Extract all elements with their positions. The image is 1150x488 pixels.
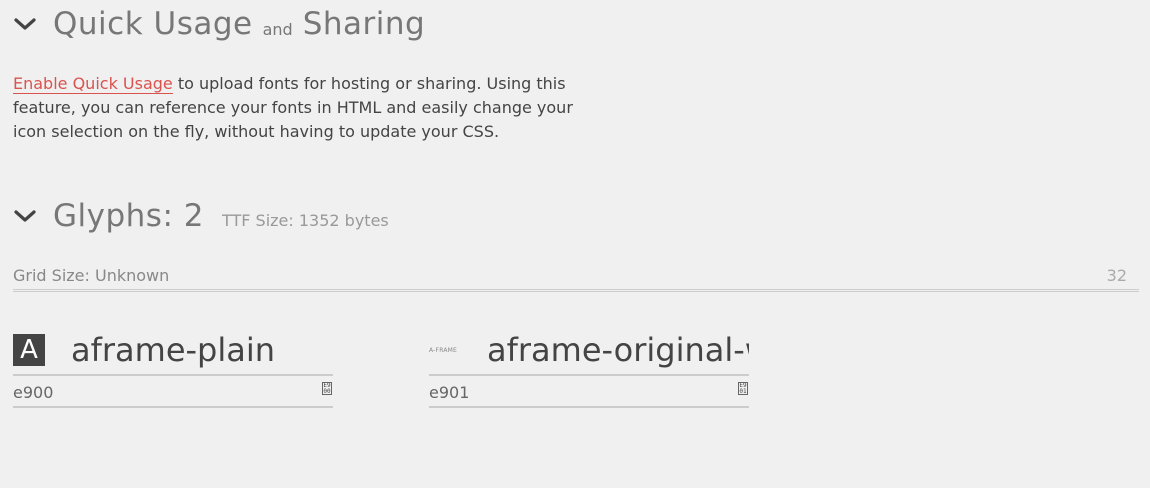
grid-size-input[interactable]: 32 bbox=[1087, 266, 1127, 285]
glyph-codepoint[interactable]: e901 bbox=[429, 383, 469, 402]
glyph-preview-row: A aframe-plain bbox=[13, 326, 333, 376]
codepoint-box-icon: E9 00 bbox=[322, 382, 332, 395]
chevron-down-icon[interactable] bbox=[13, 204, 37, 228]
ttf-size-label: TTF Size: 1352 bytes bbox=[221, 210, 389, 230]
grid-size-label: Grid Size: Unknown bbox=[13, 266, 170, 285]
aframe-wordmark-icon: A-FRAME bbox=[429, 346, 457, 354]
glyph-codepoint-row: e901 E9 01 bbox=[429, 376, 749, 408]
codepoint-box-bottom: 00 bbox=[323, 388, 331, 395]
glyph-card[interactable]: A aframe-plain e900 E9 00 bbox=[13, 326, 333, 408]
quick-usage-header[interactable]: Quick Usage and Sharing bbox=[13, 4, 425, 44]
glyph-name[interactable]: aframe-plain bbox=[71, 331, 275, 369]
codepoint-box-icon: E9 01 bbox=[738, 382, 748, 395]
glyph-preview-row: A-FRAME aframe-original-wordmark bbox=[429, 326, 749, 376]
aframe-plain-icon: A bbox=[13, 334, 45, 366]
sharing-title: Sharing bbox=[302, 6, 426, 42]
quick-usage-title: Quick Usage bbox=[53, 6, 253, 42]
page: Quick Usage and Sharing Enable Quick Usa… bbox=[0, 0, 1150, 488]
glyphs-header[interactable]: Glyphs: 2 TTF Size: 1352 bytes bbox=[13, 196, 389, 236]
codepoint-box-bottom: 01 bbox=[739, 388, 747, 395]
glyph-name[interactable]: aframe-original-wordmark bbox=[487, 331, 749, 369]
glyph-card[interactable]: A-FRAME aframe-original-wordmark e901 E9… bbox=[429, 326, 749, 408]
glyph-codepoint-row: e900 E9 00 bbox=[13, 376, 333, 408]
chevron-down-icon[interactable] bbox=[13, 12, 37, 36]
glyph-codepoint[interactable]: e900 bbox=[13, 383, 53, 402]
glyphs-title: Glyphs: 2 bbox=[53, 198, 204, 234]
quick-usage-description: Enable Quick Usage to upload fonts for h… bbox=[13, 72, 583, 144]
enable-quick-usage-link[interactable]: Enable Quick Usage bbox=[13, 74, 173, 94]
quick-usage-title-connector: and bbox=[262, 19, 293, 39]
grid-size-row: Grid Size: Unknown 32 bbox=[13, 264, 1139, 292]
